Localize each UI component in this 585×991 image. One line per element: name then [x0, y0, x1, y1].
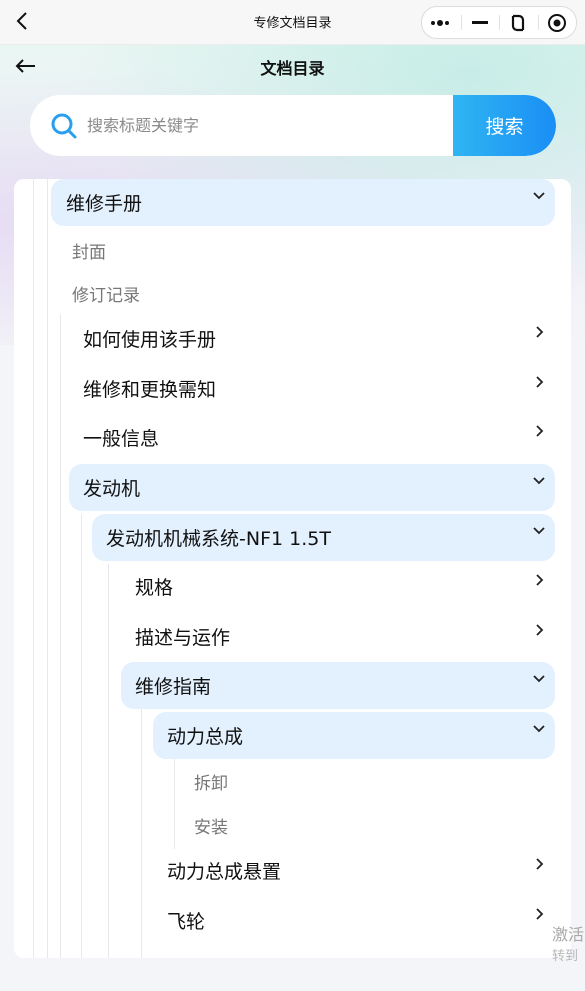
tree-guide-line [47, 179, 48, 958]
tree-item-install[interactable]: 安装 [194, 808, 554, 842]
tree-item-general[interactable]: 一般信息 [69, 416, 555, 458]
tree-item-label: 描述与运作 [135, 626, 231, 649]
tree-guide-line [60, 314, 61, 958]
search-icon [51, 113, 77, 139]
tree-item-engine[interactable]: 发动机 [69, 464, 555, 511]
catalog-tree: 维修手册 封面 修订记录 如何使用该手册 维修和更换需知 一般信息 发动机 发动… [14, 179, 571, 958]
tree-item-notice[interactable]: 维修和更换需知 [69, 367, 555, 409]
tree-guide-line [81, 514, 82, 958]
tree-item-label: 维修和更换需知 [83, 378, 217, 401]
tree-item-label: 如何使用该手册 [83, 328, 217, 351]
rotate-icon[interactable] [499, 7, 538, 38]
tree-item-label: 动力总成悬置 [167, 860, 282, 883]
search-bar: 搜索 [30, 95, 556, 156]
chevron-right-icon [536, 858, 544, 870]
tree-item-label: 一般信息 [83, 427, 160, 450]
chevron-down-icon [533, 675, 545, 683]
tree-guide-line [33, 179, 34, 958]
chevron-right-icon [536, 425, 544, 437]
tree-item-label: 规格 [135, 576, 174, 599]
tree-item-label: 修订记录 [72, 285, 140, 306]
tree-item-guide[interactable]: 维修指南 [121, 662, 555, 709]
tree-guide-line [108, 564, 109, 958]
tree-item-engine-mech[interactable]: 发动机机械系统-NF1 1.5T [92, 514, 555, 561]
chevron-down-icon [533, 477, 545, 485]
watermark-line2: 转到 [552, 949, 579, 964]
tree-item-desc[interactable]: 描述与运作 [121, 615, 555, 657]
close-circle-icon[interactable] [537, 7, 577, 38]
tree-item-powertrain[interactable]: 动力总成 [153, 712, 555, 759]
tree-guide-line [141, 709, 142, 958]
tree-item-revision[interactable]: 修订记录 [72, 276, 552, 310]
top-bar: 专修文档目录 [0, 0, 585, 45]
activation-watermark: 激活 转到 [552, 925, 584, 967]
tree-item-cover[interactable]: 封面 [72, 233, 552, 267]
page-header: 文档目录 [0, 45, 585, 87]
tree-item-label: 飞轮 [167, 910, 206, 933]
tree-item-label: 维修指南 [135, 676, 212, 698]
tree-item-spec[interactable]: 规格 [121, 565, 555, 607]
tree-item-label: 动力总成 [167, 726, 244, 748]
chevron-right-icon [536, 624, 544, 636]
page-title: 文档目录 [260, 59, 325, 78]
search-input[interactable] [87, 95, 447, 156]
tree-item-howto[interactable]: 如何使用该手册 [69, 317, 555, 359]
tree-item-label: 发动机 [83, 478, 141, 500]
chevron-down-icon [533, 192, 545, 200]
tree-item-root[interactable]: 维修手册 [51, 179, 555, 226]
more-dots-icon[interactable] [422, 7, 461, 38]
chevron-down-icon [533, 527, 545, 535]
chevron-down-icon [533, 725, 545, 733]
chevron-right-icon [536, 376, 544, 388]
minimize-icon[interactable] [460, 7, 500, 38]
tree-item-label: 安装 [194, 817, 228, 838]
tree-item-label: 拆卸 [194, 773, 228, 794]
tree-item-flywheel[interactable]: 飞轮 [153, 899, 555, 941]
tree-item-remove[interactable]: 拆卸 [194, 764, 554, 798]
watermark-line1: 激活 [552, 925, 585, 944]
search-button[interactable]: 搜索 [453, 95, 556, 156]
tree-item-label: 发动机机械系统-NF1 1.5T [106, 528, 331, 550]
chevron-right-icon [536, 908, 544, 920]
capsule-menu [421, 6, 577, 39]
tree-item-label: 封面 [72, 242, 106, 263]
chevron-right-icon [536, 574, 544, 586]
tree-guide-line [174, 759, 175, 849]
chevron-right-icon [536, 326, 544, 338]
tree-item-label: 维修手册 [66, 193, 143, 215]
tree-item-mount[interactable]: 动力总成悬置 [153, 849, 555, 891]
